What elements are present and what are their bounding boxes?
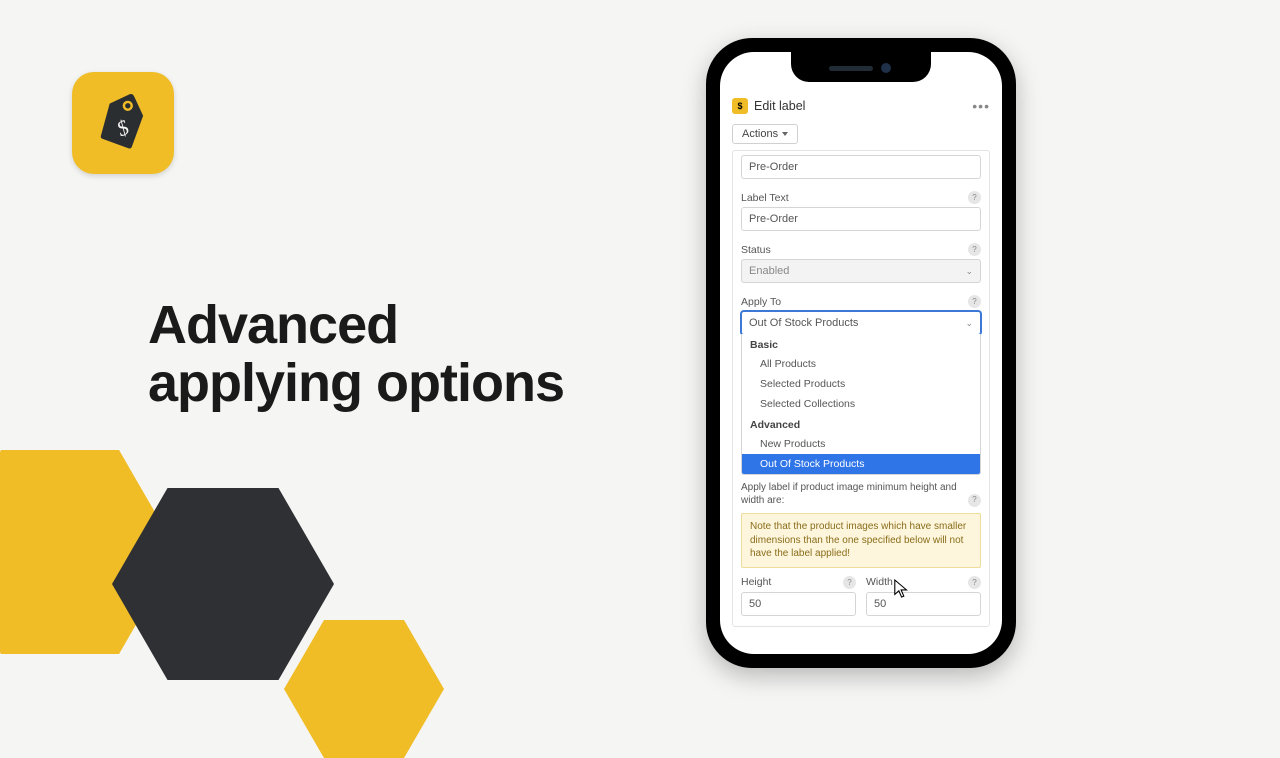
width-input[interactable]: 50 bbox=[866, 592, 981, 616]
warning-note: Note that the product images which have … bbox=[741, 513, 981, 568]
headline-line1: Advanced bbox=[148, 295, 398, 355]
label-text-input[interactable]: Pre-Order bbox=[741, 207, 981, 231]
min-size-hint-text: Apply label if product image minimum hei… bbox=[741, 482, 957, 506]
apply-to-dropdown: Basic All Products Selected Products Sel… bbox=[741, 334, 981, 475]
help-icon[interactable]: ? bbox=[968, 191, 981, 204]
height-input-value: 50 bbox=[749, 598, 761, 610]
dropdown-group-basic: Basic bbox=[742, 334, 980, 354]
help-icon[interactable]: ? bbox=[968, 295, 981, 308]
apply-to-select[interactable]: Out Of Stock Products ⌄ bbox=[741, 311, 981, 335]
apply-to-select-value: Out Of Stock Products bbox=[749, 317, 858, 329]
height-label: Height bbox=[741, 576, 771, 589]
status-select-value: Enabled bbox=[749, 265, 789, 277]
actions-button-label: Actions bbox=[742, 128, 778, 140]
actions-button[interactable]: Actions bbox=[732, 124, 798, 144]
min-size-hint: Apply label if product image minimum hei… bbox=[733, 477, 989, 507]
price-tag-icon: $ bbox=[92, 92, 154, 154]
phone-notch bbox=[791, 52, 931, 82]
dropdown-item[interactable]: Selected Products bbox=[742, 374, 980, 394]
select-chevron-icon: ⌄ bbox=[965, 266, 973, 277]
phone-screen: $ Edit label ••• Actions Pre-Order Label… bbox=[720, 52, 1002, 654]
dropdown-item[interactable]: New Products bbox=[742, 434, 980, 454]
select-chevron-icon: ⌄ bbox=[965, 318, 973, 329]
status-label: Status bbox=[741, 244, 771, 256]
page-header: $ Edit label ••• bbox=[728, 96, 994, 124]
chevron-down-icon bbox=[782, 132, 788, 136]
app-icon: $ bbox=[72, 72, 174, 174]
height-input[interactable]: 50 bbox=[741, 592, 856, 616]
dropdown-item[interactable]: All Products bbox=[742, 354, 980, 374]
name-input[interactable]: Pre-Order bbox=[741, 155, 981, 179]
dropdown-item[interactable]: Selected Collections bbox=[742, 394, 980, 414]
app-logo-icon: $ bbox=[732, 98, 748, 114]
dropdown-group-advanced: Advanced bbox=[742, 414, 980, 434]
name-input-value: Pre-Order bbox=[749, 161, 798, 173]
dimensions-row: Height ? 50 Width ? 50 bbox=[733, 576, 989, 626]
width-label: Width bbox=[866, 576, 893, 589]
dropdown-item-selected[interactable]: Out Of Stock Products bbox=[742, 454, 980, 474]
label-settings-card: Pre-Order Label Text ? Pre-Order Status bbox=[732, 150, 990, 627]
width-input-value: 50 bbox=[874, 598, 886, 610]
apply-to-label: Apply To bbox=[741, 296, 781, 308]
hero-headline: Advanced applying options bbox=[148, 296, 564, 413]
help-icon[interactable]: ? bbox=[968, 576, 981, 589]
page-title: Edit label bbox=[754, 99, 966, 113]
phone-frame: $ Edit label ••• Actions Pre-Order Label… bbox=[706, 38, 1016, 668]
app-screen: $ Edit label ••• Actions Pre-Order Label… bbox=[720, 52, 1002, 654]
hexagon-decor bbox=[284, 620, 444, 758]
help-icon[interactable]: ? bbox=[968, 243, 981, 256]
help-icon[interactable]: ? bbox=[968, 494, 981, 507]
more-menu-button[interactable]: ••• bbox=[972, 98, 990, 114]
headline-line2: applying options bbox=[148, 353, 564, 413]
help-icon[interactable]: ? bbox=[843, 576, 856, 589]
label-text-label: Label Text bbox=[741, 192, 789, 204]
label-text-value: Pre-Order bbox=[749, 213, 798, 225]
status-select[interactable]: Enabled ⌄ bbox=[741, 259, 981, 283]
